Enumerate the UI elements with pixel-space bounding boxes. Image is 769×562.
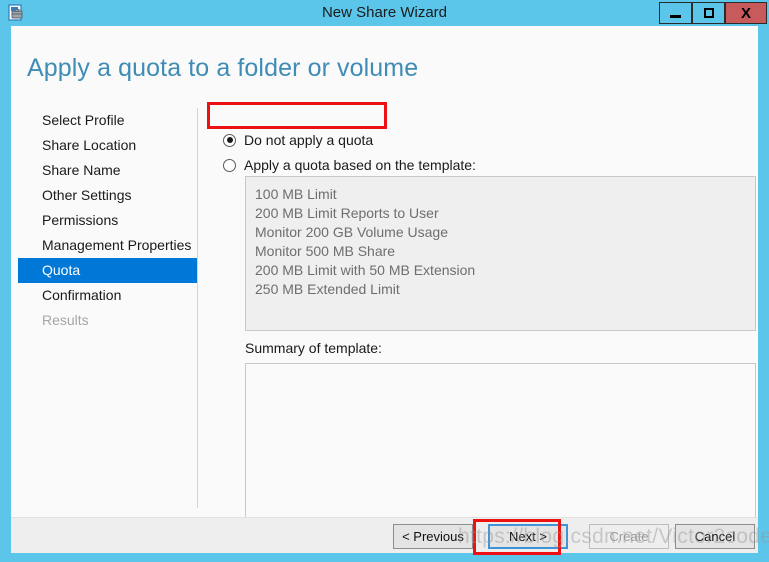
next-button[interactable]: Next > bbox=[488, 524, 568, 549]
list-item[interactable]: Monitor 200 GB Volume Usage bbox=[246, 223, 755, 242]
wizard-client-area: Apply a quota to a folder or volume Sele… bbox=[11, 26, 758, 553]
option-apply-quota-template[interactable]: Apply a quota based on the template: bbox=[223, 155, 476, 175]
maximize-icon bbox=[703, 8, 714, 18]
page-title: Apply a quota to a folder or volume bbox=[27, 54, 419, 82]
sidebar-item-quota[interactable]: Quota bbox=[18, 258, 197, 283]
maximize-button[interactable] bbox=[692, 2, 725, 24]
option-do-not-apply-quota-label: Do not apply a quota bbox=[244, 132, 374, 148]
create-button: Create bbox=[589, 524, 669, 549]
sidebar-divider bbox=[197, 108, 198, 508]
list-item[interactable]: 200 MB Limit Reports to User bbox=[246, 204, 755, 223]
summary-of-template-box bbox=[245, 363, 756, 530]
window-title: New Share Wizard bbox=[321, 4, 448, 21]
sidebar-item-permissions[interactable]: Permissions bbox=[18, 208, 197, 233]
previous-button[interactable]: < Previous bbox=[393, 524, 473, 549]
sidebar-item-select-profile[interactable]: Select Profile bbox=[18, 108, 197, 133]
radio-do-not-apply-quota-icon[interactable] bbox=[223, 133, 236, 147]
minimize-icon bbox=[670, 14, 681, 18]
close-button[interactable]: X bbox=[725, 2, 767, 24]
title-bar: New Share Wizard X bbox=[0, 0, 769, 26]
sidebar-item-share-name[interactable]: Share Name bbox=[18, 158, 197, 183]
sidebar-item-other-settings[interactable]: Other Settings bbox=[18, 183, 197, 208]
quota-template-list[interactable]: 100 MB Limit 200 MB Limit Reports to Use… bbox=[245, 176, 756, 331]
quota-settings-panel: Do not apply a quota Apply a quota based… bbox=[207, 108, 758, 530]
list-item[interactable]: 250 MB Extended Limit bbox=[246, 280, 755, 299]
list-item[interactable]: 200 MB Limit with 50 MB Extension bbox=[246, 261, 755, 280]
summary-of-template-label: Summary of template: bbox=[245, 340, 382, 356]
sidebar-item-results: Results bbox=[42, 312, 89, 328]
list-item[interactable]: Monitor 500 MB Share bbox=[246, 242, 755, 261]
minimize-button[interactable] bbox=[659, 2, 692, 24]
list-item[interactable]: 100 MB Limit bbox=[246, 185, 755, 204]
option-apply-quota-template-label: Apply a quota based on the template: bbox=[244, 157, 476, 173]
wizard-footer: < Previous Next > Create Cancel bbox=[11, 517, 758, 553]
wizard-step-nav: Select Profile Share Location Share Name… bbox=[11, 108, 197, 508]
sidebar-item-management-properties[interactable]: Management Properties bbox=[18, 233, 197, 258]
radio-apply-quota-template-icon[interactable] bbox=[223, 158, 236, 172]
cancel-button[interactable]: Cancel bbox=[675, 524, 755, 549]
sidebar-item-confirmation[interactable]: Confirmation bbox=[18, 283, 197, 308]
option-do-not-apply-quota[interactable]: Do not apply a quota bbox=[223, 130, 373, 150]
sidebar-item-share-location[interactable]: Share Location bbox=[18, 133, 197, 158]
new-share-wizard-window: New Share Wizard X Apply a quota to a fo… bbox=[0, 0, 769, 562]
